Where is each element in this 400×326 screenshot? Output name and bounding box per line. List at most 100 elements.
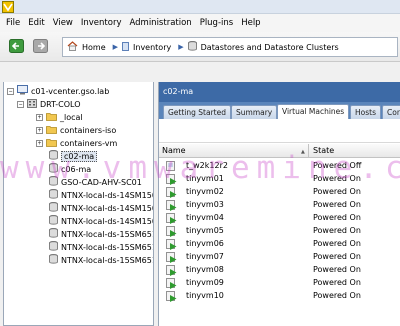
datastore-icon [49,215,58,227]
vm-state: Powered On [313,200,361,209]
vm-state: Powered Off [313,161,362,170]
vm-state: Powered On [313,226,361,235]
back-button[interactable] [9,39,24,53]
breadcrumb-datastores[interactable]: Datastores and Datastore Clusters [187,41,339,53]
view-subbar [159,119,400,143]
vm-state: Powered On [313,187,361,196]
tab-strip: Getting Started Summary Virtual Machines… [159,102,400,119]
tree-node-datastore[interactable]: NTNX-local-ds-15SM651 [49,241,153,253]
table-header: Name ▲ State [159,144,400,158]
vm-name: tinyvm10 [186,291,224,300]
tree-node-label: NTNX-local-ds-14SM150 [61,203,154,213]
table-row[interactable]: tinyvm06 Powered On [159,238,400,251]
tree-node-label: NTNX-local-ds-14SM150 [61,190,154,200]
collapse-icon[interactable]: − [17,100,24,108]
tree-node-datastore[interactable]: c06-ma [49,163,91,175]
breadcrumb-home[interactable]: Home [67,41,106,53]
tree-node-datastore[interactable]: GSO-CAD-AHV-SC01 [49,176,142,188]
tree-node-folder[interactable]: + containers-iso [36,124,116,136]
table-row[interactable]: tinyvm08 Powered On [159,264,400,277]
tree-node-datastore[interactable]: NTNX-local-ds-15SM651 [49,228,153,240]
breadcrumb: Home ▶ Inventory ▶ Datastores and Datast… [62,37,398,57]
title-bar [0,0,400,14]
datastore-icon [49,176,58,188]
tree-node-folder[interactable]: + containers-vm [36,137,117,149]
table-row[interactable]: tinyvm04 Powered On [159,212,400,225]
column-header-name[interactable]: Name [159,144,309,158]
folder-icon [46,138,57,149]
vsphere-client-icon [2,1,14,13]
datastore-icon [49,202,58,214]
tree-node-datacenter[interactable]: − DRT-COLO [17,98,81,110]
menu-file[interactable]: File [6,18,20,28]
vm-name: t_w2k12r2 [186,161,228,170]
breadcrumb-inventory-label: Inventory [133,42,172,52]
tree-node-vcenter[interactable]: − c01-vcenter.gso.lab [7,85,109,97]
vcenter-server-icon [17,85,28,97]
tree-node-datastore[interactable]: NTNX-local-ds-14SM150 [49,202,154,214]
table-row[interactable]: tinyvm05 Powered On [159,225,400,238]
vm-state: Powered On [313,278,361,287]
tab-virtual-machines[interactable]: Virtual Machines [277,104,350,119]
menu-inventory[interactable]: Inventory [81,18,122,28]
inventory-tree: − c01-vcenter.gso.lab − DRT-COLO + _loca… [3,82,154,326]
tree-node-datastore[interactable]: NTNX-local-ds-14SM150 [49,189,154,201]
datacenter-icon [27,98,37,110]
datastore-icon [49,228,58,240]
vm-powered-on-icon [166,291,177,304]
home-icon [67,41,78,53]
tab-configuration[interactable]: Con [382,105,400,119]
breadcrumb-inventory[interactable]: Inventory [122,41,172,53]
table-row[interactable]: tinyvm10 Powered On [159,290,400,303]
tree-node-label: c06-ma [61,164,92,174]
tree-node-datastore[interactable]: c02-ma [49,150,98,162]
vm-name: tinyvm03 [186,200,224,209]
expand-icon[interactable]: + [36,126,43,134]
vm-name: tinyvm02 [186,187,224,196]
vm-name: tinyvm07 [186,252,224,261]
vm-name: tinyvm08 [186,265,224,274]
tree-node-label: NTNX-local-ds-15SM651 [61,255,154,265]
datastore-icon [49,241,58,253]
menu-plugins[interactable]: Plug-ins [200,18,234,28]
tree-node-datastore[interactable]: NTNX-local-ds-15SM651 [49,254,154,266]
table-row[interactable]: t_w2k12r2 Powered Off [159,160,400,173]
tree-node-label: _local [60,112,83,122]
tree-node-label: c02-ma [61,150,98,162]
tree-node-folder[interactable]: + _local [36,111,83,123]
tree-node-label: GSO-CAD-AHV-SC01 [61,177,142,187]
inventory-icon [122,41,129,53]
vm-state: Powered On [313,291,361,300]
tab-getting-started[interactable]: Getting Started [163,105,231,119]
table-row[interactable]: tinyvm01 Powered On [159,173,400,186]
table-row[interactable]: tinyvm09 Powered On [159,277,400,290]
vm-state: Powered On [313,174,361,183]
tab-summary[interactable]: Summary [231,105,278,119]
expand-icon[interactable]: + [36,113,43,121]
breadcrumb-separator-icon: ▶ [112,43,119,51]
tree-node-label: c01-vcenter.gso.lab [31,86,110,96]
column-header-state[interactable]: State [310,144,400,158]
table-row[interactable]: tinyvm02 Powered On [159,186,400,199]
table-row[interactable]: tinyvm03 Powered On [159,199,400,212]
navigation-toolbar: Home ▶ Inventory ▶ Datastores and Datast… [0,32,400,62]
tree-node-datastore[interactable]: NTNX-local-ds-14SM150 [49,215,153,227]
datastore-icon [187,41,197,53]
vm-state: Powered On [313,213,361,222]
breadcrumb-home-label: Home [82,42,106,52]
vm-name: tinyvm01 [186,174,224,183]
folder-icon [46,112,57,123]
forward-button[interactable] [33,39,48,53]
menu-view[interactable]: View [53,18,73,28]
collapse-icon[interactable]: − [7,87,14,95]
menu-edit[interactable]: Edit [28,18,44,28]
expand-icon[interactable]: + [36,139,43,147]
table-row[interactable]: tinyvm07 Powered On [159,251,400,264]
menu-administration[interactable]: Administration [129,18,191,28]
vm-name: tinyvm06 [186,239,224,248]
datastore-detail-panel: c02-ma Getting Started Summary Virtual M… [158,82,400,326]
datastore-icon [49,189,58,201]
vm-state: Powered On [313,239,361,248]
tab-hosts[interactable]: Hosts [350,105,381,119]
menu-help[interactable]: Help [241,18,260,28]
